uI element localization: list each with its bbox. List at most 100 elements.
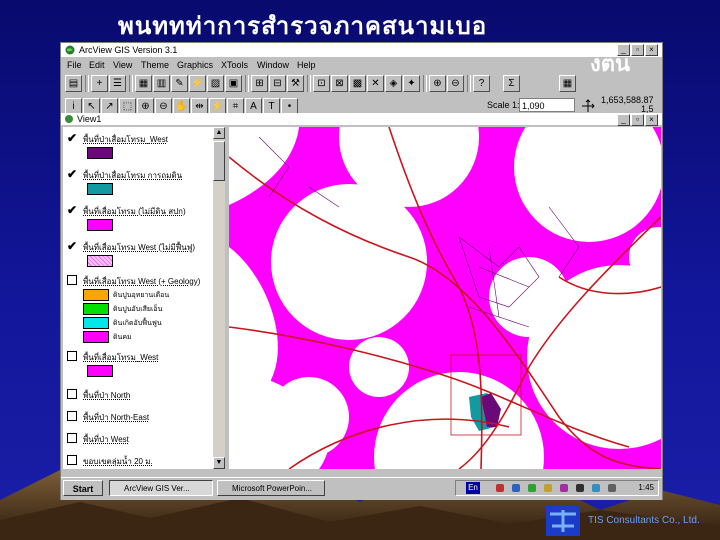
zoom-in-icon[interactable]: ⊕ xyxy=(429,75,446,92)
tray-app-icon[interactable] xyxy=(512,484,520,492)
footer: TIS Consultants Co., Ltd. xyxy=(546,506,718,536)
close-button[interactable]: × xyxy=(645,44,658,56)
map-graphic xyxy=(229,127,661,469)
view-maximize-button[interactable]: ▫ xyxy=(631,114,644,126)
slide-title-continuation: งตน xyxy=(590,52,631,77)
menu-file[interactable]: File xyxy=(67,58,82,72)
theme-checkbox[interactable]: ✔ xyxy=(67,132,78,144)
legend-swatch xyxy=(83,317,109,329)
calculator-icon[interactable]: ▦ xyxy=(559,75,576,92)
tray-app-icon[interactable] xyxy=(544,484,552,492)
app-title: ArcView GIS Version 3.1 xyxy=(79,45,178,55)
taskbar-clock: 1:45 xyxy=(638,483,654,492)
hammer-icon[interactable]: ⚒ xyxy=(287,75,304,92)
globe-icon xyxy=(65,45,75,55)
task-arcview[interactable]: ArcView GIS Ver... xyxy=(109,480,213,496)
tray-app-icon[interactable] xyxy=(528,484,536,492)
scale-label: Scale 1: xyxy=(487,100,520,110)
system-tray: En 1:45 xyxy=(455,480,659,496)
task-powerpoint[interactable]: Microsoft PowerPoin... xyxy=(217,480,325,496)
sum-icon[interactable]: Σ xyxy=(503,75,520,92)
theme-name: พื้นที่ป่าเสื่อมโทรม_West xyxy=(83,135,168,144)
tray-app-icon[interactable] xyxy=(560,484,568,492)
select-all-icon[interactable]: ▩ xyxy=(349,75,366,92)
scroll-thumb[interactable] xyxy=(213,141,225,181)
chart-icon[interactable]: ▨ xyxy=(207,75,224,92)
save-icon[interactable]: ▤ xyxy=(65,75,82,92)
theme-checkbox[interactable]: ✔ xyxy=(67,204,78,216)
tray-app-icon[interactable] xyxy=(608,484,616,492)
theme-checkbox[interactable] xyxy=(67,275,77,285)
menu-xtools[interactable]: XTools xyxy=(221,58,248,72)
theme-swatch xyxy=(87,219,113,231)
zoom-theme-icon[interactable]: ⊟ xyxy=(269,75,286,92)
toc-scrollbar[interactable]: ▲ ▼ xyxy=(213,127,225,469)
tray-app-icon[interactable] xyxy=(496,484,504,492)
theme-checkbox[interactable] xyxy=(67,433,77,443)
help-icon[interactable]: ? xyxy=(473,75,490,92)
tray-app-icon[interactable] xyxy=(592,484,600,492)
pencil-icon[interactable]: ✎ xyxy=(171,75,188,92)
zoom-out-icon[interactable]: ⊖ xyxy=(447,75,464,92)
theme-name: พื้นที่ป่า North-East xyxy=(83,413,150,422)
menu-help[interactable]: Help xyxy=(297,58,316,72)
legend-label: ดินปูนอุทยานเดือน xyxy=(113,292,170,299)
legend-item: ดินปูนอับเสียเอ็น xyxy=(83,303,213,315)
legend-swatch xyxy=(83,303,109,315)
theme-checkbox[interactable] xyxy=(67,411,77,421)
view-titlebar[interactable]: View1 _ ▫ × xyxy=(61,113,662,126)
add-theme-icon[interactable]: + xyxy=(91,75,108,92)
legend-label: ดินเกิดอับฟื้นฟูน xyxy=(113,320,162,327)
view-globe-icon xyxy=(65,115,73,123)
menu-view[interactable]: View xyxy=(113,58,132,72)
edit-legend-icon[interactable]: ▦ xyxy=(135,75,152,92)
button-bar: ▤ + ☰ ▦ ▥ ✎ ⚡ ▨ ▣ ⊞ ⊟ ⚒ ⊡ ⊠ ▩ ✕ ◈ ✦ ⊕ ⊖ … xyxy=(63,73,660,95)
layout-icon[interactable]: ▣ xyxy=(225,75,242,92)
theme-swatch xyxy=(87,255,113,267)
theme-checkbox[interactable]: ✔ xyxy=(67,168,78,180)
theme-name: พื้นที่ป่าเสื่อมโทรม การถมดิน xyxy=(83,171,183,180)
scroll-up-icon[interactable]: ▲ xyxy=(213,127,225,139)
menu-graphics[interactable]: Graphics xyxy=(177,58,213,72)
query-builder-icon[interactable]: ⊡ xyxy=(313,75,330,92)
theme-swatch xyxy=(87,183,113,195)
theme-name: ขอบเขตลุ่มน้ำ 20 ม. xyxy=(83,457,153,466)
zoom-selected-icon[interactable]: ◈ xyxy=(385,75,402,92)
scale-input[interactable]: 1,090 xyxy=(519,98,575,112)
view-window: View1 _ ▫ × ✔ พื้นที่ป่าเสื่อมโทรม_West … xyxy=(61,113,662,471)
zoom-full-icon[interactable]: ⊞ xyxy=(251,75,268,92)
theme-swatch xyxy=(87,365,113,377)
slide-title: พนททท่าการสำรวจภาคสนามเบอ xyxy=(118,12,488,40)
start-button[interactable]: Start xyxy=(63,480,103,496)
theme-checkbox[interactable]: ✔ xyxy=(67,240,78,252)
theme-checkbox[interactable] xyxy=(67,455,77,465)
view-title: View1 xyxy=(77,114,102,124)
volume-icon[interactable] xyxy=(576,484,584,492)
coordinate-arrows-icon xyxy=(582,99,595,112)
theme-swatch xyxy=(87,147,113,159)
select-none-icon[interactable]: ✕ xyxy=(367,75,384,92)
view-close-button[interactable]: × xyxy=(645,114,658,126)
restore-button[interactable]: ▫ xyxy=(631,44,644,56)
windows-taskbar: Start ArcView GIS Ver... Microsoft Power… xyxy=(61,477,662,500)
open-table-icon[interactable]: ▥ xyxy=(153,75,170,92)
theme-name: พื้นที่เสื่อมโทรม West (ไม่มีฟื้นฟู) xyxy=(83,243,196,252)
theme-checkbox[interactable] xyxy=(67,351,77,361)
menu-window[interactable]: Window xyxy=(257,58,289,72)
scroll-down-icon[interactable]: ▼ xyxy=(213,457,225,469)
hotlink-icon[interactable]: ⚡ xyxy=(189,75,206,92)
locate-address-icon[interactable]: ⊠ xyxy=(331,75,348,92)
legend-item: ดินเกิดอับฟื้นฟูน xyxy=(83,317,213,329)
map-canvas[interactable] xyxy=(229,127,661,469)
menu-edit[interactable]: Edit xyxy=(89,58,105,72)
language-indicator[interactable]: En xyxy=(466,482,480,494)
app-titlebar[interactable]: ArcView GIS Version 3.1 _ ▫ × xyxy=(61,43,662,57)
theme-properties-icon[interactable]: ☰ xyxy=(109,75,126,92)
find-icon[interactable]: ✦ xyxy=(403,75,420,92)
theme-name: พื้นที่เสื่อมโทรม (ไม่มีดิน สปก) xyxy=(83,207,186,216)
menu-theme[interactable]: Theme xyxy=(141,58,169,72)
company-logo xyxy=(546,506,580,536)
theme-checkbox[interactable] xyxy=(67,389,77,399)
view-minimize-button[interactable]: _ xyxy=(617,114,630,126)
legend-label: ดินปูนอับเสียเอ็น xyxy=(113,306,163,313)
